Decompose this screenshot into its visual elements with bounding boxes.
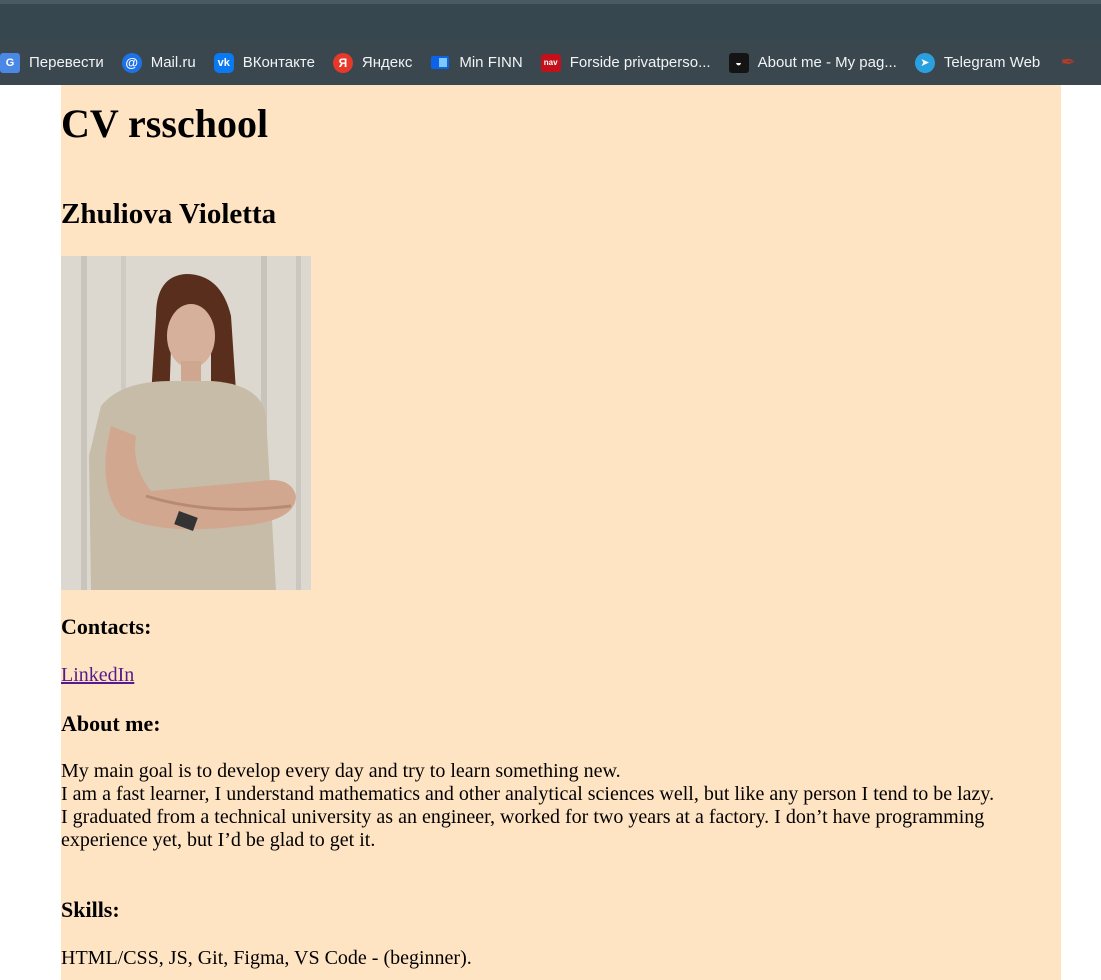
portrait-illustration bbox=[61, 256, 311, 590]
page-title: CV rsschool bbox=[61, 101, 269, 146]
profile-photo bbox=[61, 256, 311, 590]
bookmark-yandex[interactable]: Я Яндекс bbox=[332, 47, 422, 79]
bookmark-min-finn[interactable]: Min FINN bbox=[430, 47, 532, 79]
bookmark-telegram[interactable]: ➤ Telegram Web bbox=[914, 47, 1050, 79]
bookmark-label: Яндекс bbox=[361, 54, 413, 71]
skills-heading: Skills: bbox=[61, 897, 120, 922]
finn-icon bbox=[430, 53, 450, 73]
bookmark-vkontakte[interactable]: vk ВКонтакте bbox=[213, 47, 325, 79]
feather-icon: ✒ bbox=[1060, 52, 1076, 72]
about-icon: ◒ bbox=[728, 52, 749, 73]
translate-icon: G bbox=[0, 52, 20, 73]
bookmark-label: Mail.ru bbox=[150, 54, 196, 71]
bookmark-label: Min FINN bbox=[459, 54, 523, 71]
mail-icon: @ bbox=[121, 52, 142, 73]
cv-page: CV rsschool Zhuliova Violetta Contacts: … bbox=[61, 85, 1061, 980]
bookmark-label: Telegram Web bbox=[943, 54, 1041, 71]
telegram-icon: ➤ bbox=[914, 52, 935, 73]
about-line: I graduated from a technical university … bbox=[61, 806, 985, 851]
bookmark-mailru[interactable]: @ Mail.ru bbox=[121, 47, 206, 79]
person-name: Zhuliova Violetta bbox=[61, 198, 277, 230]
bookmark-label: Перевести bbox=[29, 54, 104, 71]
bookmark-about-me[interactable]: ◒ About me - My pag... bbox=[728, 47, 907, 79]
yandex-icon: Я bbox=[332, 52, 353, 73]
contacts-heading: Contacts: bbox=[61, 614, 152, 639]
skills-text: HTML/CSS, JS, Git, Figma, VS Code - (beg… bbox=[61, 947, 472, 969]
about-heading: About me: bbox=[61, 711, 161, 736]
bookmark-translate[interactable]: G Перевести bbox=[0, 47, 114, 79]
bookmarks-bar: G Перевести @ Mail.ru vk ВКонтакте Я Янд… bbox=[0, 40, 1101, 85]
bookmark-label: ВКонтакте bbox=[242, 54, 315, 71]
vk-icon: vk bbox=[213, 52, 234, 73]
bookmark-feather[interactable]: ✒ bbox=[1058, 47, 1097, 79]
bookmark-label: About me - My pag... bbox=[757, 54, 897, 71]
browser-tab-strip bbox=[0, 0, 1101, 40]
bookmark-label: Forside privatperso... bbox=[569, 54, 711, 71]
bookmark-forside[interactable]: nav Forside privatperso... bbox=[540, 47, 721, 79]
nav-icon: nav bbox=[540, 53, 561, 72]
about-line: I am a fast learner, I understand mathem… bbox=[61, 783, 995, 805]
linkedin-link[interactable]: LinkedIn bbox=[61, 663, 134, 687]
about-line: My main goal is to develop every day and… bbox=[61, 760, 621, 782]
about-text: My main goal is to develop every day and… bbox=[61, 760, 1021, 852]
